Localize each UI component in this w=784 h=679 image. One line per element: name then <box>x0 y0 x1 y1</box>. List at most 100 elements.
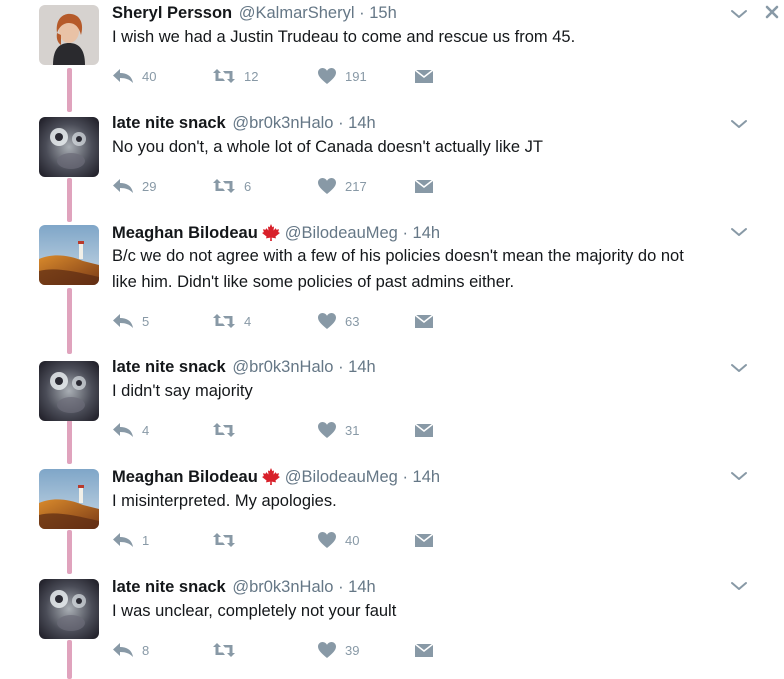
like-button[interactable]: 39 <box>317 640 359 660</box>
tweet-header: Sheryl Persson @KalmarSheryl · 15h <box>112 2 397 24</box>
direct-message-button[interactable] <box>414 420 434 440</box>
tweet-header: late nite snack @br0k3nHalo · 14h <box>112 356 376 378</box>
retweet-button[interactable]: 6 <box>212 176 251 196</box>
retweet-button[interactable] <box>212 530 244 550</box>
reply-button[interactable]: 1 <box>112 530 149 550</box>
avatar[interactable] <box>39 225 99 285</box>
avatar[interactable] <box>39 579 99 639</box>
envelope-icon <box>414 533 434 547</box>
author-name[interactable]: late nite snack <box>112 358 226 376</box>
reply-icon <box>113 179 133 193</box>
author-name[interactable]: late nite snack <box>112 578 226 596</box>
thread-connector <box>67 420 72 464</box>
reply-button[interactable]: 4 <box>112 420 149 440</box>
author-handle[interactable]: @br0k3nHalo <box>232 578 333 596</box>
like-count: 191 <box>345 68 367 84</box>
author-name[interactable]: late nite snack <box>112 114 226 132</box>
thread-connector <box>67 640 72 679</box>
reply-icon <box>113 423 133 437</box>
chevron-down-icon[interactable] <box>730 117 748 129</box>
author-name[interactable]: Meaghan Bilodeau <box>112 468 258 486</box>
thread-connector <box>67 178 72 222</box>
timestamp[interactable]: 14h <box>348 114 376 132</box>
direct-message-button[interactable] <box>414 176 434 196</box>
heart-icon <box>318 68 336 84</box>
envelope-icon <box>414 423 434 437</box>
avatar[interactable] <box>39 5 99 65</box>
reply-count: 40 <box>142 68 157 84</box>
chevron-down-icon[interactable] <box>730 361 748 373</box>
timestamp[interactable]: 14h <box>348 358 376 376</box>
author-name[interactable]: Sheryl Persson <box>112 4 232 22</box>
reply-count: 4 <box>142 422 150 438</box>
separator-dot: · <box>338 578 344 596</box>
close-icon[interactable] <box>765 5 779 19</box>
tweet-text: I misinterpreted. My apologies. <box>112 488 732 514</box>
separator-dot: · <box>402 468 408 486</box>
envelope-icon <box>414 179 434 193</box>
like-button[interactable]: 31 <box>317 420 359 440</box>
tweet-text-line: No you don't, a whole lot of Canada does… <box>112 138 543 156</box>
reply-button[interactable]: 40 <box>112 66 156 86</box>
envelope-icon <box>414 314 434 328</box>
author-handle[interactable]: @BilodeauMeg <box>285 224 398 242</box>
like-button[interactable]: 217 <box>317 176 367 196</box>
reply-icon <box>113 69 133 83</box>
like-count: 39 <box>345 642 360 658</box>
like-count: 31 <box>345 422 360 438</box>
like-count: 217 <box>345 178 367 194</box>
avatar[interactable] <box>39 361 99 421</box>
author-name[interactable]: Meaghan Bilodeau <box>112 224 258 242</box>
reply-count: 5 <box>142 313 150 329</box>
timestamp[interactable]: 14h <box>413 224 441 242</box>
chevron-down-icon[interactable] <box>730 579 748 591</box>
timestamp[interactable]: 14h <box>413 468 441 486</box>
reply-button[interactable]: 5 <box>112 311 149 331</box>
tweet-text-line: like him. Didn't like some policies of p… <box>112 273 515 291</box>
retweet-count: 6 <box>244 178 252 194</box>
reply-button[interactable]: 8 <box>112 640 149 660</box>
heart-icon <box>318 178 336 194</box>
author-handle[interactable]: @br0k3nHalo <box>232 358 333 376</box>
reply-icon <box>113 533 133 547</box>
chevron-down-icon[interactable] <box>730 7 748 19</box>
thread-connector <box>67 288 72 354</box>
timestamp[interactable]: 15h <box>369 4 397 22</box>
retweet-button[interactable] <box>212 640 244 660</box>
author-handle[interactable]: @KalmarSheryl <box>239 4 355 22</box>
heart-icon <box>318 422 336 438</box>
heart-icon <box>318 642 336 658</box>
like-button[interactable]: 63 <box>317 311 359 331</box>
direct-message-button[interactable] <box>414 530 434 550</box>
like-button[interactable]: 191 <box>317 66 367 86</box>
tweet-text: B/c we do not agree with a few of his po… <box>112 243 732 295</box>
direct-message-button[interactable] <box>414 311 434 331</box>
like-button[interactable]: 40 <box>317 530 359 550</box>
author-handle[interactable]: @BilodeauMeg <box>285 468 398 486</box>
like-count: 40 <box>345 532 360 548</box>
reply-button[interactable]: 29 <box>112 176 156 196</box>
reply-icon <box>113 643 133 657</box>
direct-message-button[interactable] <box>414 66 434 86</box>
retweet-icon <box>213 314 235 328</box>
envelope-icon <box>414 69 434 83</box>
timestamp[interactable]: 14h <box>348 578 376 596</box>
thread-connector <box>67 530 72 574</box>
heart-icon <box>318 313 336 329</box>
chevron-down-icon[interactable] <box>730 225 748 237</box>
retweet-button[interactable] <box>212 420 244 440</box>
tweet-header: late nite snack @br0k3nHalo · 14h <box>112 576 376 598</box>
separator-dot: · <box>402 224 408 242</box>
retweet-button[interactable]: 12 <box>212 66 258 86</box>
reply-count: 1 <box>142 532 150 548</box>
separator-dot: · <box>359 4 365 22</box>
chevron-down-icon[interactable] <box>730 469 748 481</box>
avatar[interactable] <box>39 117 99 177</box>
direct-message-button[interactable] <box>414 640 434 660</box>
avatar[interactable] <box>39 469 99 529</box>
reply-count: 29 <box>142 178 157 194</box>
retweet-icon <box>213 423 235 437</box>
author-handle[interactable]: @br0k3nHalo <box>232 114 333 132</box>
retweet-icon <box>213 179 235 193</box>
retweet-button[interactable]: 4 <box>212 311 251 331</box>
